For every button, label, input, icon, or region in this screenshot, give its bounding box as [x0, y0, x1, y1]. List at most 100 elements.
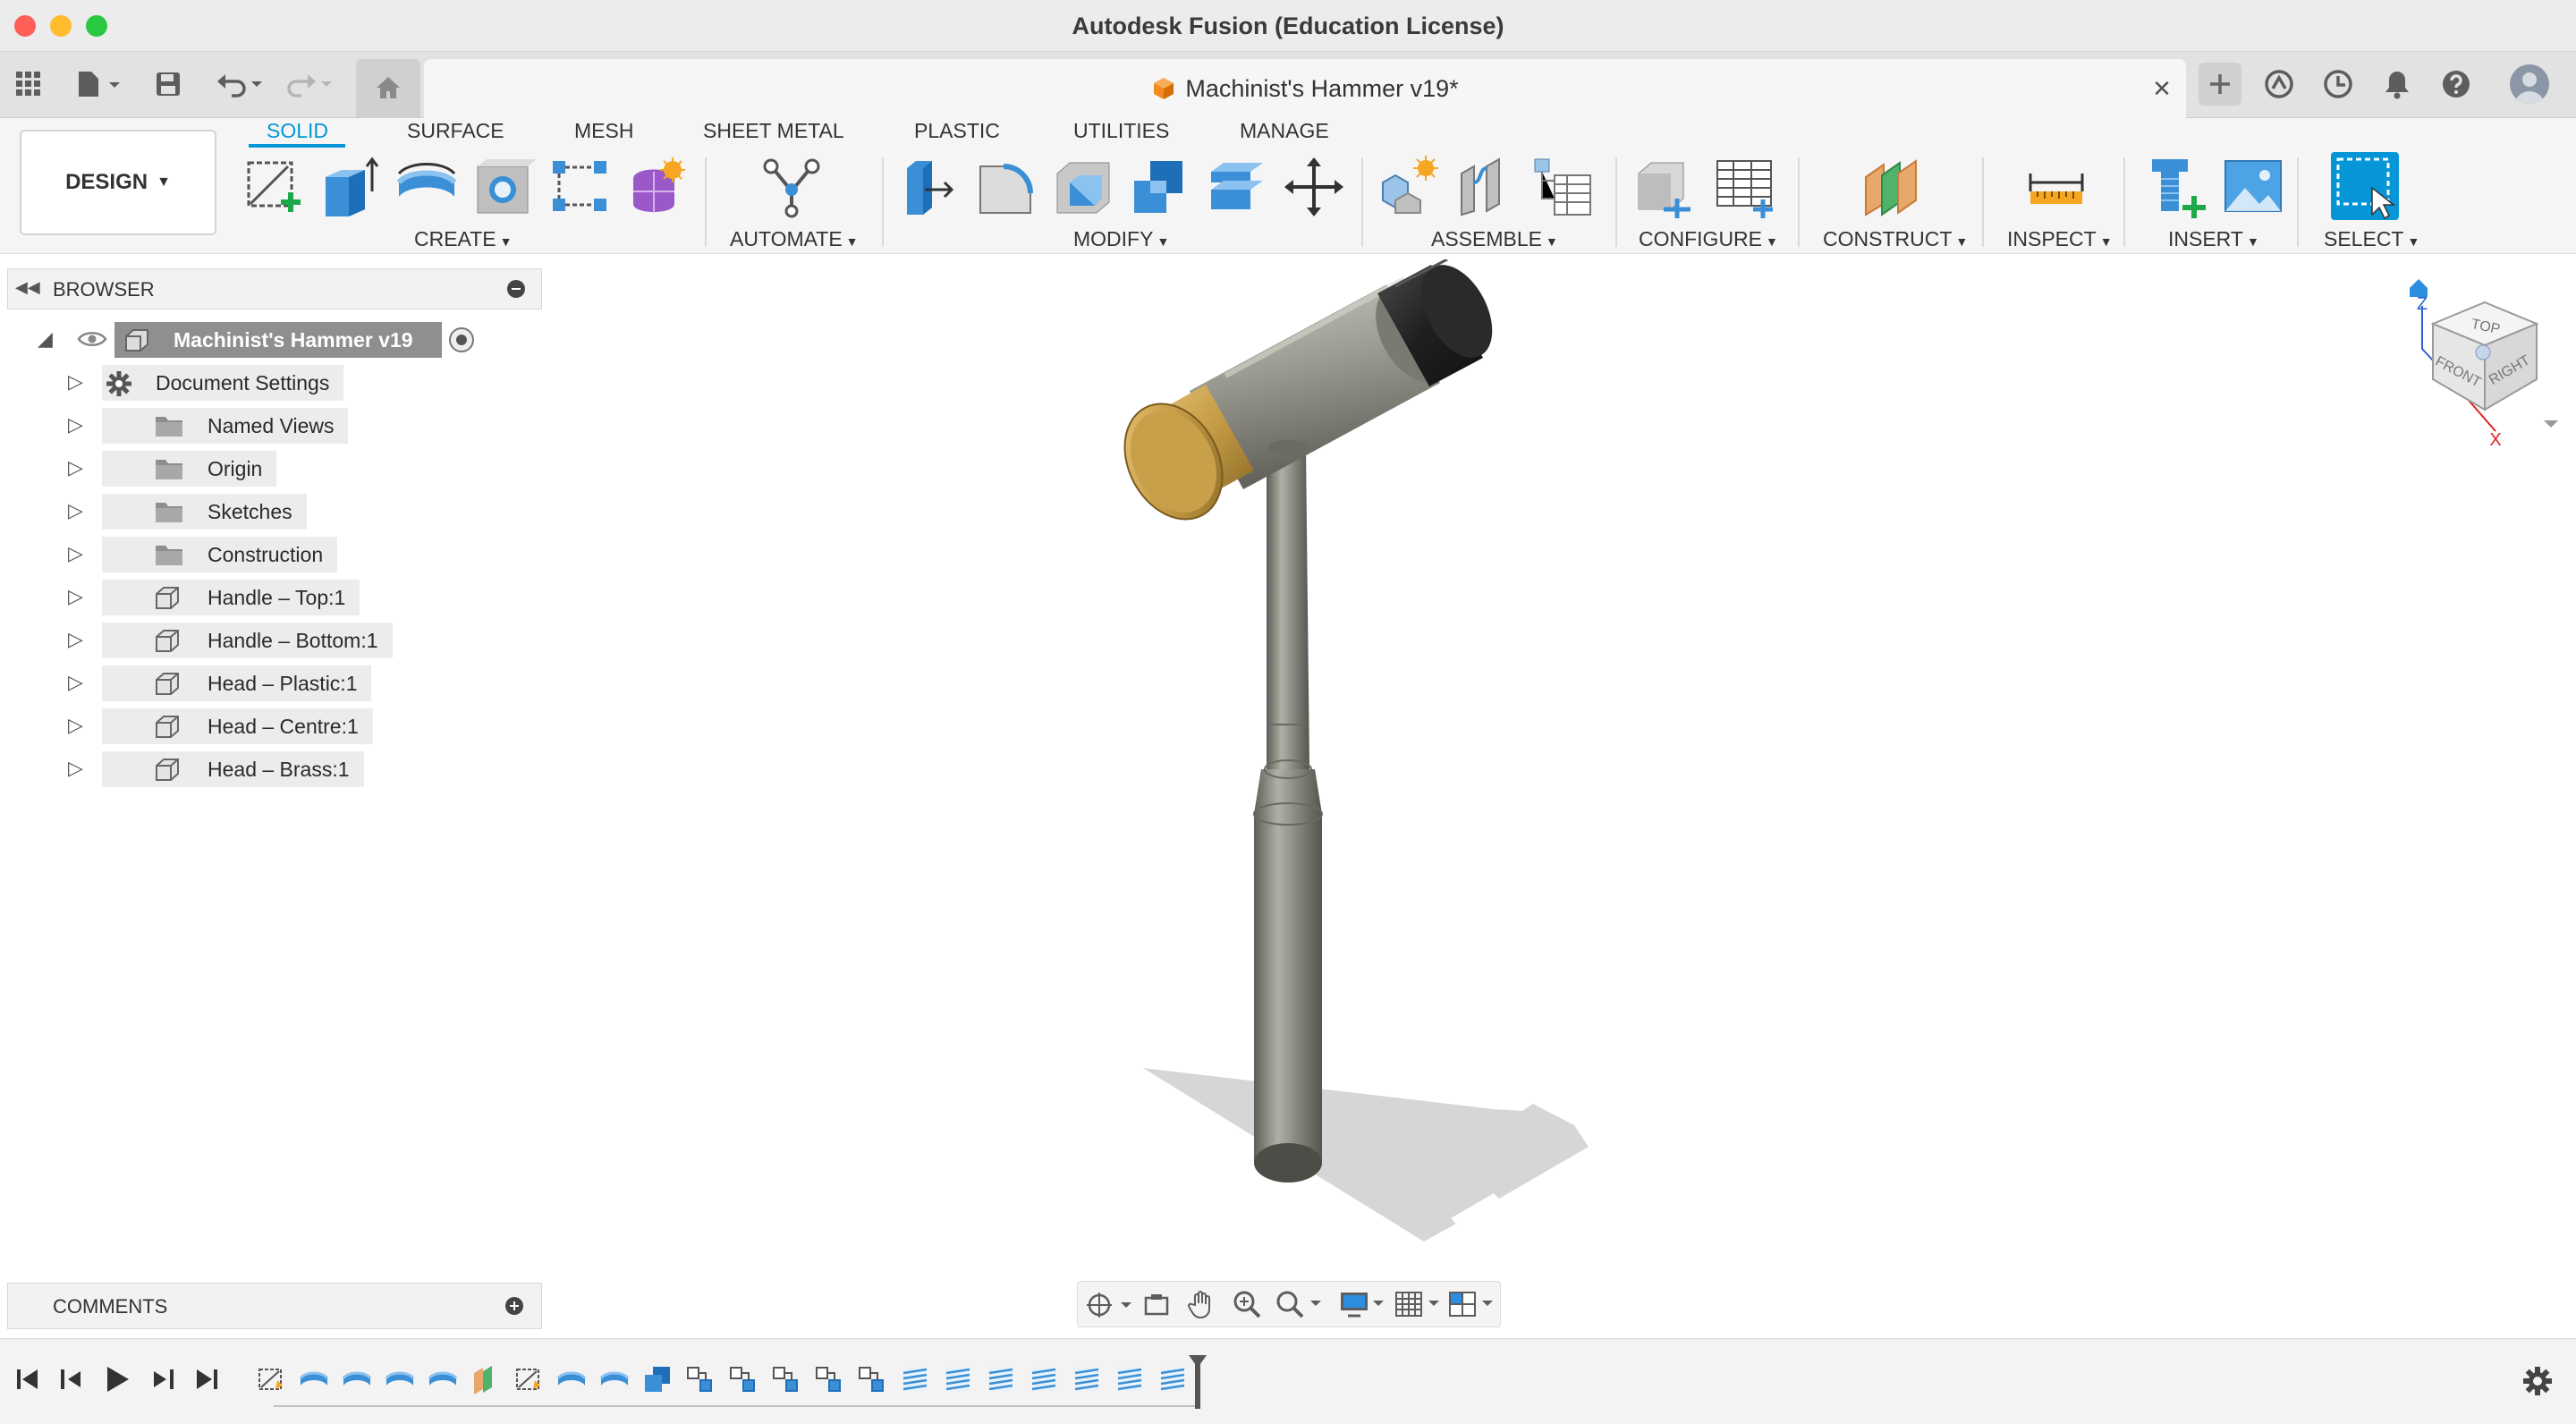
expand-triangle-icon[interactable]: ▷	[68, 370, 83, 394]
create-sketch-icon[interactable]	[242, 156, 304, 218]
timeline-revolve-feature-icon[interactable]	[299, 1364, 329, 1399]
measure-icon[interactable]	[2025, 156, 2088, 218]
timeline-thread-feature-icon[interactable]	[943, 1364, 973, 1399]
timeline-joint-feature-icon[interactable]	[771, 1364, 801, 1399]
look-at-icon[interactable]	[1142, 1291, 1171, 1319]
insert-canvas-icon[interactable]	[2222, 156, 2284, 218]
collapse-triangle-icon[interactable]: ◢	[38, 327, 53, 351]
workspace-switcher[interactable]: DESIGN ▼	[20, 130, 216, 235]
revolve-icon[interactable]	[395, 156, 458, 218]
construct-menu[interactable]: CONSTRUCT ▼	[1823, 225, 1968, 252]
expand-triangle-icon[interactable]: ▷	[68, 456, 83, 479]
tab-sheet-metal[interactable]: SHEET METAL	[703, 116, 844, 145]
play-icon[interactable]	[104, 1364, 131, 1394]
handle-top-body[interactable]	[1264, 447, 1312, 779]
automate-icon[interactable]	[760, 156, 823, 218]
browser-minimize-icon[interactable]	[507, 280, 525, 298]
expand-triangle-icon[interactable]: ▷	[68, 671, 83, 694]
timeline-thread-feature-icon[interactable]	[1072, 1364, 1102, 1399]
home-tab[interactable]	[356, 59, 420, 118]
new-component-icon[interactable]	[1377, 156, 1440, 218]
browser-tree-item[interactable]: ▷ Origin	[0, 447, 537, 490]
document-tab[interactable]: Machinist's Hammer v19* ✕	[424, 59, 2186, 118]
create-menu[interactable]: CREATE ▼	[414, 225, 512, 252]
timeline-revolve-feature-icon[interactable]	[342, 1364, 372, 1399]
insert-mcmaster-icon[interactable]	[2147, 156, 2209, 219]
timeline-settings-gear-icon[interactable]	[2522, 1366, 2553, 1396]
timeline-thread-feature-icon[interactable]	[1029, 1364, 1059, 1399]
extrude-icon[interactable]	[318, 156, 381, 218]
select-tool-button[interactable]	[2331, 152, 2399, 220]
tab-surface[interactable]: SURFACE	[407, 116, 504, 145]
browser-tree-item[interactable]: ▷ Construction	[0, 533, 537, 576]
timeline-sketch-feature-icon[interactable]	[513, 1364, 544, 1399]
handle-bottom-body[interactable]	[1253, 769, 1323, 1182]
configure-menu[interactable]: CONFIGURE ▼	[1639, 225, 1778, 252]
expand-triangle-icon[interactable]: ▷	[68, 413, 83, 437]
fillet-icon[interactable]	[975, 156, 1038, 218]
timeline-revolve-feature-icon[interactable]	[599, 1364, 630, 1399]
timeline-plane-feature-icon[interactable]	[470, 1364, 501, 1399]
job-status-icon[interactable]	[2317, 63, 2360, 106]
timeline-joint-feature-icon[interactable]	[728, 1364, 758, 1399]
user-avatar[interactable]	[2510, 64, 2549, 104]
configuration-table-icon[interactable]	[1714, 156, 1776, 219]
notifications-icon[interactable]	[2376, 63, 2419, 106]
comments-panel[interactable]: COMMENTS	[7, 1283, 542, 1329]
insert-menu[interactable]: INSERT ▼	[2168, 225, 2259, 252]
timeline-thread-feature-icon[interactable]	[986, 1364, 1016, 1399]
offset-plane-icon[interactable]	[1860, 156, 1923, 218]
offset-face-icon[interactable]	[1206, 156, 1268, 218]
shell-icon[interactable]	[1052, 156, 1114, 218]
modify-menu[interactable]: MODIFY ▼	[1073, 225, 1169, 252]
hole-icon[interactable]	[472, 156, 537, 218]
expand-triangle-icon[interactable]: ▷	[68, 714, 83, 737]
visibility-eye-icon[interactable]	[77, 329, 107, 349]
expand-triangle-icon[interactable]: ▷	[68, 585, 83, 608]
create-form-icon[interactable]	[626, 156, 689, 218]
tab-manage[interactable]: MANAGE	[1240, 116, 1329, 145]
add-comment-icon[interactable]	[505, 1297, 523, 1315]
automate-menu[interactable]: AUTOMATE ▼	[730, 225, 859, 252]
configure-icon[interactable]	[1633, 156, 1696, 220]
combine-icon[interactable]	[1129, 156, 1191, 218]
timeline-joint-feature-icon[interactable]	[685, 1364, 716, 1399]
timeline-joint-feature-icon[interactable]	[814, 1364, 844, 1399]
browser-tree-item[interactable]: ▷ Document Settings	[0, 361, 537, 404]
tab-plastic[interactable]: PLASTIC	[914, 116, 1000, 145]
save-icon[interactable]	[148, 64, 188, 104]
timeline-thread-feature-icon[interactable]	[900, 1364, 930, 1399]
step-forward-icon[interactable]	[148, 1366, 175, 1393]
app-grid-icon[interactable]	[9, 64, 48, 104]
activate-radio-icon[interactable]	[449, 327, 474, 352]
undo-icon[interactable]	[211, 64, 268, 104]
file-menu-icon[interactable]	[70, 64, 127, 104]
timeline-revolve-feature-icon[interactable]	[428, 1364, 458, 1399]
browser-tree-item[interactable]: ▷ Handle – Top:1	[0, 576, 537, 619]
browser-tree-item[interactable]: ▷ Head – Centre:1	[0, 705, 537, 748]
timeline-revolve-feature-icon[interactable]	[556, 1364, 587, 1399]
go-to-start-icon[interactable]	[14, 1366, 41, 1393]
select-menu[interactable]: SELECT ▼	[2324, 225, 2419, 252]
move-copy-icon[interactable]	[1283, 156, 1345, 218]
grid-settings-icon[interactable]	[1394, 1289, 1445, 1319]
view-cube[interactable]: TOP FRONT RIGHT Z X	[2397, 270, 2558, 450]
assemble-menu[interactable]: ASSEMBLE ▼	[1431, 225, 1558, 252]
close-tab-icon[interactable]: ✕	[2148, 75, 2175, 102]
viewports-icon[interactable]	[1448, 1289, 1498, 1319]
tab-mesh[interactable]: MESH	[574, 116, 633, 145]
tab-solid[interactable]: SOLID	[267, 116, 328, 145]
expand-triangle-icon[interactable]: ▷	[68, 757, 83, 780]
browser-tree-item[interactable]: ▷ Sketches	[0, 490, 537, 533]
timeline-joint-feature-icon[interactable]	[857, 1364, 887, 1399]
zoom-icon[interactable]	[1232, 1289, 1262, 1319]
expand-triangle-icon[interactable]: ▷	[68, 499, 83, 522]
display-settings-icon[interactable]	[1339, 1289, 1389, 1319]
inspect-menu[interactable]: INSPECT ▼	[2007, 225, 2113, 252]
timeline-sketch-feature-icon[interactable]	[256, 1364, 286, 1399]
pattern-icon[interactable]	[549, 156, 612, 218]
timeline-combine-feature-icon[interactable]	[642, 1364, 673, 1399]
redo-icon[interactable]	[281, 64, 338, 104]
orbit-icon[interactable]	[1085, 1291, 1135, 1319]
browser-root-row[interactable]: ◢ Machinist's Hammer v19	[0, 318, 537, 361]
